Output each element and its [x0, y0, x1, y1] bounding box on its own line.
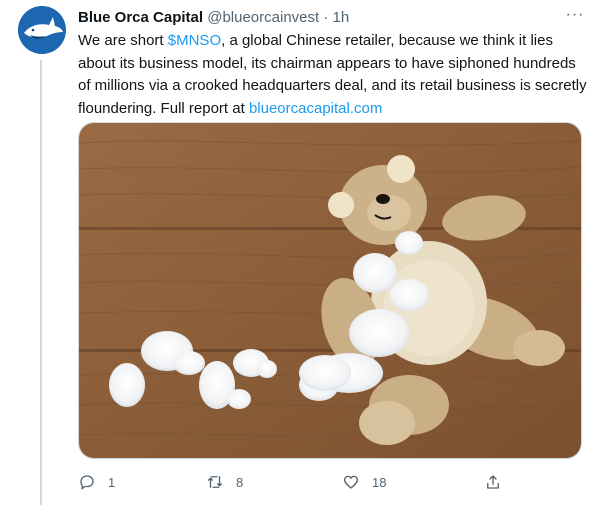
- reply-button[interactable]: 1: [78, 470, 115, 494]
- thread-line: [40, 60, 42, 505]
- share-button[interactable]: [484, 470, 514, 494]
- author-handle[interactable]: @blueorcainvest: [207, 9, 319, 26]
- heart-icon: [343, 475, 359, 489]
- retweet-icon: [207, 476, 223, 488]
- ticker-link[interactable]: $MNSO: [168, 32, 221, 49]
- report-link[interactable]: blueorcacapital.com: [249, 100, 382, 117]
- reply-count: 1: [108, 474, 116, 490]
- retweet-button[interactable]: 8: [206, 470, 243, 494]
- more-options-icon[interactable]: ···: [563, 6, 587, 26]
- tweet-header: Blue Orca Capital @blueorcainvest · 1h: [78, 8, 561, 28]
- tweet-text: We are short $MNSO, a global Chinese ret…: [78, 30, 588, 120]
- orca-logo-icon: [18, 6, 66, 54]
- retweet-count: 8: [236, 474, 244, 490]
- author-name[interactable]: Blue Orca Capital: [78, 9, 203, 26]
- like-button[interactable]: 18: [342, 470, 386, 494]
- tweet-text-part: We are short: [78, 32, 168, 49]
- timestamp[interactable]: 1h: [333, 9, 350, 26]
- tweet-image[interactable]: [78, 122, 582, 459]
- torn-teddy-bear-photo: [79, 123, 581, 458]
- separator-dot: ·: [323, 9, 329, 26]
- like-count: 18: [372, 474, 387, 490]
- tweet-actions: 1 8 18: [76, 470, 596, 494]
- avatar[interactable]: [18, 6, 66, 54]
- reply-icon: [80, 475, 94, 490]
- share-icon: [487, 475, 499, 489]
